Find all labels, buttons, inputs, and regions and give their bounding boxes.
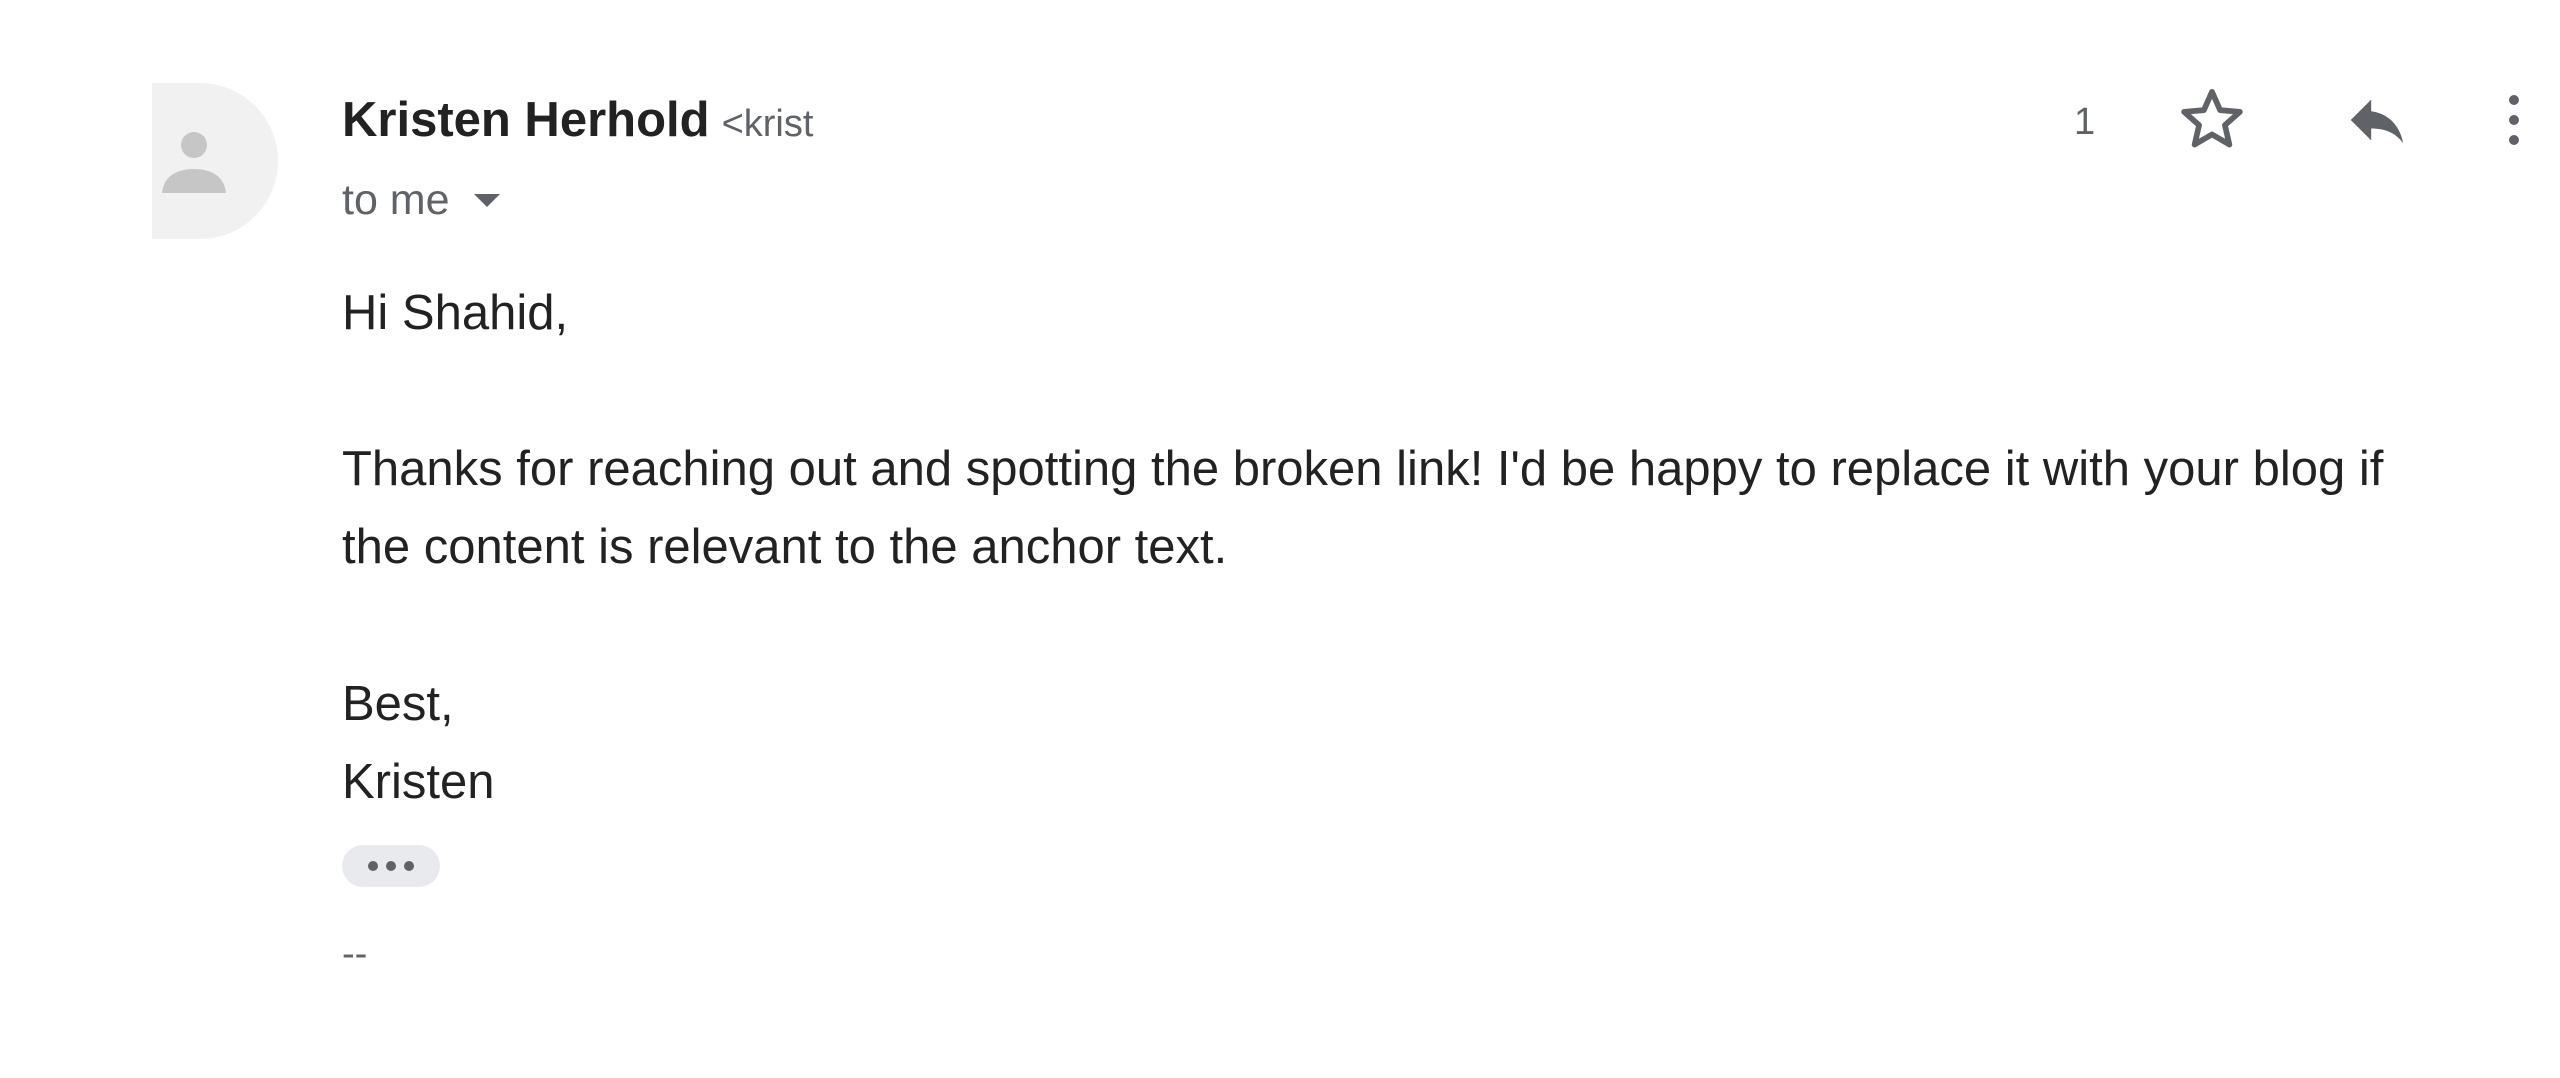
recipients-toggle[interactable]: to me — [342, 172, 502, 228]
caret-down-icon[interactable] — [472, 191, 502, 209]
sender-avatar — [152, 83, 278, 239]
sender-email: <krist — [721, 103, 814, 145]
recipients-label: to me — [342, 176, 450, 224]
more-vertical-icon — [2509, 95, 2519, 145]
star-button[interactable] — [2172, 80, 2252, 160]
email-signature-name: Kristen — [342, 755, 495, 809]
email-body-line-2: the content is relevant to the anchor te… — [342, 520, 1228, 574]
signature-separator: -- — [342, 933, 368, 975]
email-date: 1 — [2074, 101, 2096, 143]
default-person-icon — [162, 132, 226, 193]
star-outline-icon — [2181, 88, 2243, 148]
ellipsis-icon — [368, 861, 414, 871]
email-body-line-1: Thanks for reaching out and spotting the… — [342, 442, 2384, 496]
email-greeting: Hi Shahid, — [342, 286, 569, 340]
sender-line: Kristen Herhold <krist — [342, 88, 902, 152]
reply-button[interactable] — [2337, 80, 2417, 160]
email-closing: Best, — [342, 677, 454, 731]
more-options-button[interactable] — [2500, 80, 2560, 160]
reply-icon — [2350, 99, 2404, 144]
sender-name[interactable]: Kristen Herhold — [342, 93, 710, 147]
show-trimmed-content-button[interactable] — [342, 845, 440, 887]
